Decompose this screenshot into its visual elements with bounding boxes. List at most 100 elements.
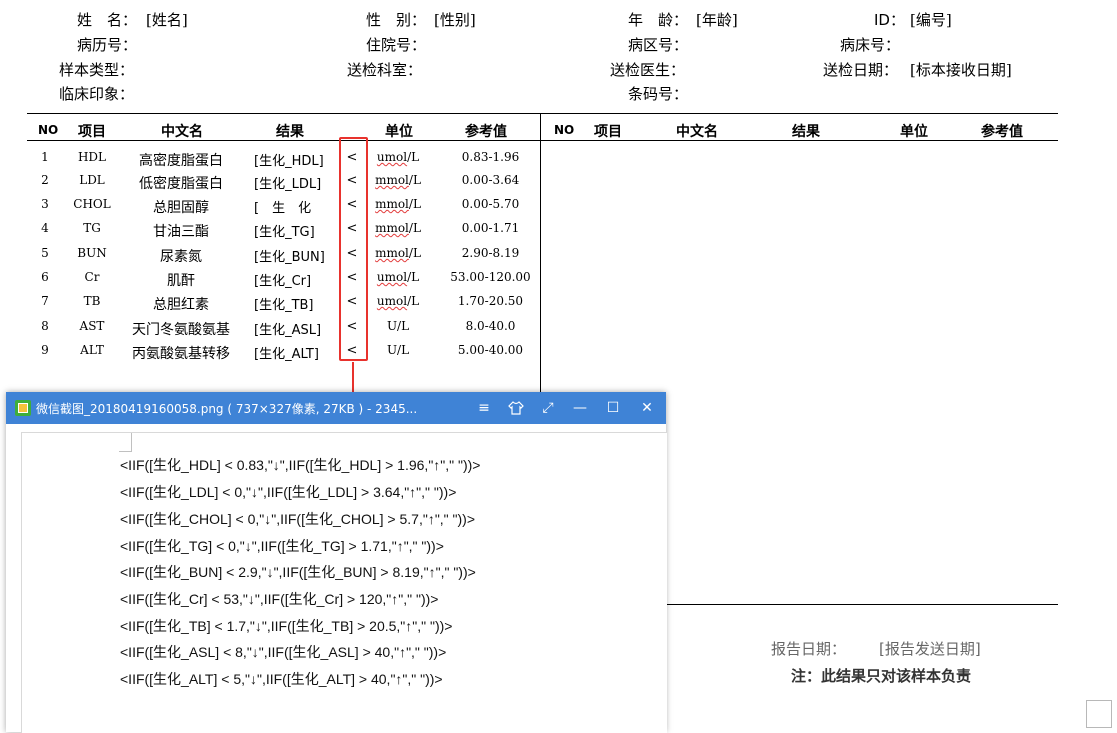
fullscreen-icon[interactable]: ⤢ [538, 398, 558, 418]
table-cell-cn: 总胆固醇 [153, 200, 209, 216]
formula-line: <IIF([生化_ASL] < 8,"↓",IIF([生化_ASL] > 40,… [120, 644, 447, 660]
unit-misspell-mark: mmol [375, 246, 409, 260]
formula-line: <IIF([生化_TG] < 0,"↓",IIF([生化_TG] > 1.71,… [120, 538, 444, 554]
table-cell-code: LDL [79, 173, 105, 187]
table-cell-ref: 0.00-3.64 [461, 173, 520, 187]
table-cell-code: AST [79, 319, 105, 333]
name-label: 姓 名： [77, 11, 138, 29]
table-cell-no: 4 [41, 221, 49, 235]
col-ref-right: 参考值 [981, 124, 1023, 140]
table-cell-cn: 高密度脂蛋白 [139, 153, 223, 169]
table-cell-cn: 天门冬氨酸氨基 [132, 322, 230, 338]
formula-line: <IIF([生化_CHOL] < 0,"↓",IIF([生化_CHOL] > 5… [120, 511, 476, 527]
menu-icon[interactable]: ≡ [474, 398, 494, 418]
table-cell-ref: 0.00-5.70 [461, 197, 520, 211]
viewer-titlebar[interactable]: 微信截图_20180419160058.png ( 737×327像素, 27K… [6, 392, 666, 424]
table-cell-no: 1 [41, 150, 49, 164]
gender-label: 性 别： [366, 11, 427, 29]
formula-line: <IIF([生化_ALT] < 5,"↓",IIF([生化_ALT] > 40,… [120, 671, 443, 687]
unit-misspell-mark: mmol [375, 173, 409, 187]
table-cell-unit: mmol/L [375, 173, 421, 187]
table-bottom-border [666, 604, 1058, 605]
table-cell-result: [生化_TG] [254, 225, 315, 240]
table-cell-no: 3 [41, 197, 49, 211]
unit-misspell-mark: mmol [375, 197, 409, 211]
formula-line: <IIF([生化_Cr] < 53,"↓",IIF([生化_Cr] > 120,… [120, 591, 439, 607]
table-cell-ref: 0.83-1.96 [461, 150, 520, 164]
ward-label: 病区号： [628, 36, 689, 54]
col-result-left: 结果 [276, 124, 304, 140]
table-column-divider [540, 113, 541, 393]
table-cell-code: CHOL [73, 197, 111, 211]
unit-misspell-mark: umol [376, 150, 408, 164]
table-cell-code: TG [83, 221, 101, 235]
table-cell-cn: 丙氨酸氨基转移 [132, 346, 230, 362]
unit-misspell-mark: mmol [375, 221, 409, 235]
send-date-label: 送检日期： [823, 61, 899, 79]
viewer-title: 微信截图_20180419160058.png ( 737×327像素, 27K… [36, 402, 418, 416]
table-cell-result: [生化_ASL] [254, 323, 322, 338]
shirt-icon[interactable] [506, 398, 526, 418]
table-cell-no: 2 [41, 173, 49, 187]
doctor-label: 送检医生： [610, 61, 686, 79]
page-resize-corner[interactable] [1086, 700, 1112, 728]
col-ref-left: 参考值 [465, 124, 507, 140]
send-date-value: [标本接收日期] [910, 61, 1012, 79]
table-cell-unit: U/L [386, 343, 410, 357]
table-cell-cn: 总胆红素 [153, 297, 209, 313]
name-value: [姓名] [146, 11, 188, 29]
table-cell-code: BUN [77, 246, 107, 260]
unit-misspell-mark: umol [376, 294, 408, 308]
table-cell-ref: 2.90-8.19 [461, 246, 520, 260]
col-no-left: NO [38, 123, 59, 137]
image-viewer-window[interactable]: 微信截图_20180419160058.png ( 737×327像素, 27K… [6, 392, 667, 733]
table-cell-ref: 0.00-1.71 [461, 221, 520, 235]
gender-value: [性别] [434, 11, 476, 29]
formula-line: <IIF([生化_TB] < 1.7,"↓",IIF([生化_TB] > 20.… [120, 618, 453, 634]
table-cell-cn: 尿素氮 [160, 249, 202, 265]
viewer-app-icon [15, 400, 31, 416]
formula-line: <IIF([生化_BUN] < 2.9,"↓",IIF([生化_BUN] > 8… [120, 564, 476, 580]
table-cell-unit: mmol/L [375, 221, 421, 235]
col-cn-left: 中文名 [161, 124, 203, 140]
unit-misspell-mark: umol [376, 270, 408, 284]
table-cell-result: [生化_ALT] [254, 347, 319, 362]
report-date-value: [报告发送日期] [879, 640, 981, 658]
col-unit-left: 单位 [385, 124, 413, 140]
table-cell-ref: 8.0-40.0 [465, 319, 516, 333]
col-code-left: 项目 [78, 124, 106, 140]
table-cell-unit: umol/L [376, 294, 420, 308]
table-cell-unit: umol/L [376, 270, 420, 284]
clinical-label: 临床印象： [59, 85, 135, 103]
table-cell-result: [生化_HDL] [254, 154, 324, 169]
close-icon[interactable]: ✕ [637, 398, 657, 418]
report-date-label: 报告日期： [771, 640, 847, 658]
table-cell-ref: 1.70-20.50 [457, 294, 524, 308]
formula-line: <IIF([生化_HDL] < 0.83,"↓",IIF([生化_HDL] > … [120, 457, 481, 473]
col-code-right: 项目 [594, 124, 622, 140]
barcode-label: 条码号： [628, 85, 689, 103]
table-cell-result: [ 生 化 [254, 201, 312, 216]
maximize-icon[interactable]: ☐ [603, 398, 623, 418]
id-value: [编号] [910, 11, 952, 29]
table-cell-code: HDL [77, 150, 107, 164]
table-cell-unit: mmol/L [375, 246, 421, 260]
age-label: 年 龄： [628, 11, 689, 29]
age-value: [年龄] [696, 11, 738, 29]
bed-label: 病床号： [840, 36, 901, 54]
table-cell-unit: umol/L [376, 150, 420, 164]
table-cell-no: 7 [41, 294, 49, 308]
table-cell-result: [生化_TB] [254, 298, 314, 313]
table-cell-cn: 肌酐 [167, 273, 195, 289]
record-label: 病历号： [77, 36, 138, 54]
minimize-icon[interactable]: — [570, 398, 590, 418]
viewer-image-area[interactable]: <IIF([生化_HDL] < 0.83,"↓",IIF([生化_HDL] > … [21, 432, 667, 733]
page-corner-mark [119, 433, 132, 452]
table-cell-result: [生化_Cr] [254, 274, 312, 289]
table-cell-ref: 5.00-40.00 [457, 343, 524, 357]
sample-label: 样本类型： [59, 61, 135, 79]
formula-line: <IIF([生化_LDL] < 0,"↓",IIF([生化_LDL] > 3.6… [120, 484, 457, 500]
table-cell-code: ALT [80, 343, 104, 357]
col-cn-right: 中文名 [676, 124, 718, 140]
table-cell-unit: mmol/L [375, 197, 421, 211]
